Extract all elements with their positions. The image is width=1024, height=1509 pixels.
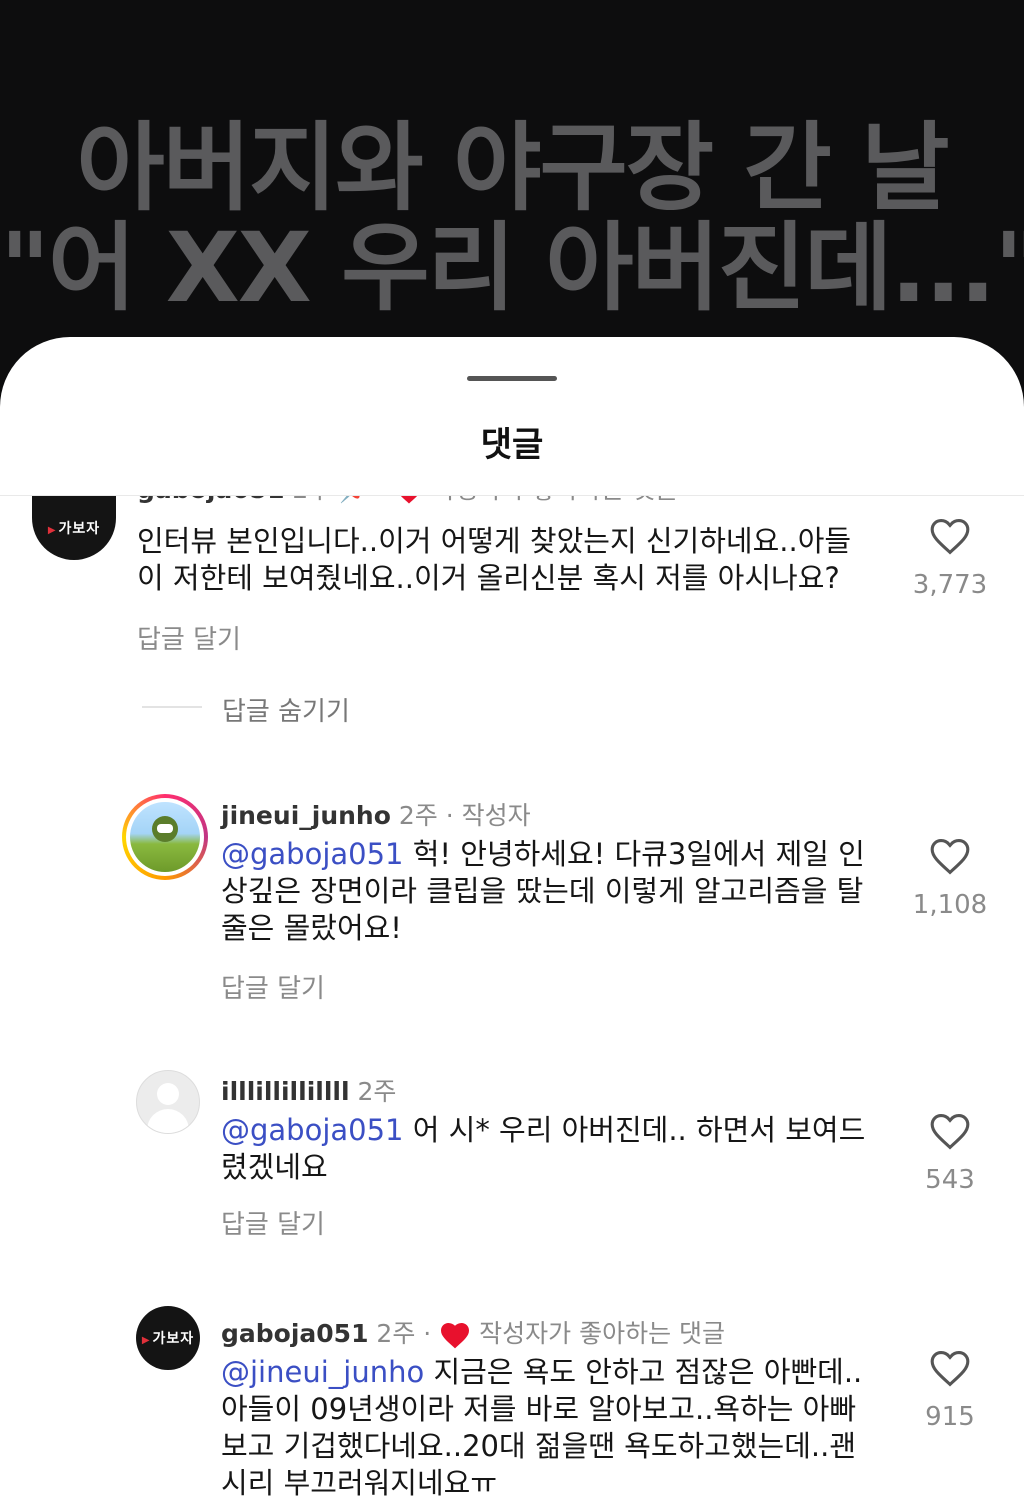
comment-username[interactable]: jineui_junho — [221, 801, 391, 830]
avatar[interactable] — [122, 794, 208, 880]
like-button[interactable]: 543 — [910, 1111, 990, 1195]
comment-meta: gaboja051 2주 📌 · 작성자가 좋아하는 댓글 — [137, 496, 678, 506]
creator-liked-badge: 작성자가 좋아하는 댓글 — [479, 1319, 726, 1348]
comment-time: 2주 — [357, 1077, 397, 1106]
reply-button[interactable]: 답글 달기 — [137, 619, 241, 656]
creator-liked-badge: 작성자가 좋아하는 댓글 — [432, 496, 678, 504]
avatar-image — [130, 802, 200, 872]
default-avatar-icon[interactable] — [136, 1070, 200, 1134]
comment-username[interactable]: gaboja051 — [137, 496, 284, 504]
video-background: 아버지와 야구장 간 날 "어 XX 우리 아버진데..." — [0, 0, 1024, 380]
comment-username[interactable]: illlillillillll — [221, 1077, 350, 1106]
avatar-label: ▶ 가보자 — [47, 521, 101, 537]
heart-outline-icon — [930, 1350, 970, 1387]
heart-outline-icon — [930, 838, 970, 875]
heart-outline-icon — [930, 518, 970, 555]
like-count: 1,108 — [912, 890, 988, 920]
author-tag: 작성자 — [461, 801, 531, 830]
hide-replies-button[interactable]: 답글 숨기기 — [222, 691, 350, 728]
comment-time: 2주 — [292, 496, 331, 504]
mention-link[interactable]: @gaboja051 — [221, 837, 404, 871]
heart-filled-icon — [401, 496, 418, 504]
reply-button[interactable]: 답글 달기 — [221, 968, 325, 1005]
comment-meta: gaboja051 2주 · 작성자가 좋아하는 댓글 — [221, 1319, 726, 1349]
comment-list[interactable]: ▶가보자 gaboja051 2주 📌 · 작성자가 좋아하는 댓글 인터뷰 본… — [0, 496, 1024, 1509]
reply-button[interactable]: 답글 달기 — [221, 1204, 325, 1241]
video-title-line2: "어 XX 우리 아버진데..." — [0, 212, 1024, 324]
avatar[interactable]: ▶ 가보자 — [136, 1306, 200, 1370]
like-count: 3,773 — [912, 570, 988, 600]
like-button[interactable]: 915 — [910, 1348, 990, 1432]
comment-meta: jineui_junho 2주 · 작성자 — [221, 801, 531, 830]
mention-link[interactable]: @jineui_junho — [221, 1355, 424, 1389]
avatar[interactable]: ▶ 가보자 — [32, 496, 116, 560]
like-button[interactable]: 3,773 — [910, 516, 990, 600]
pin-icon: 📌 — [339, 496, 370, 504]
like-button[interactable]: 1,108 — [910, 836, 990, 920]
heart-outline-icon — [930, 1113, 970, 1150]
like-count: 915 — [925, 1402, 975, 1432]
avatar-label: ▶ 가보자 — [141, 1331, 195, 1347]
comment-username[interactable]: gaboja051 — [221, 1319, 368, 1348]
comment-text: @gaboja051 헉! 안녕하세요! 다큐3일에서 제일 인상깊은 장면이라… — [221, 836, 881, 947]
comment-time: 2주 — [376, 1319, 416, 1348]
comment-text: @jineui_junho 지금은 욕도 안하고 점잖은 아빤데..아들이 09… — [221, 1354, 881, 1502]
sheet-title: 댓글 — [480, 425, 544, 465]
hide-replies-divider — [142, 706, 202, 708]
heart-filled-icon — [441, 1323, 470, 1349]
comment-text: 인터뷰 본인입니다..이거 어떻게 찾았는지 신기하네요..아들이 저한테 보여… — [137, 524, 852, 595]
comment-time: 2주 — [398, 801, 438, 830]
comments-sheet: 댓글 ▶가보자 gaboja051 2주 📌 · 작성자가 좋아하는 댓글 인터… — [0, 337, 1024, 1509]
comment-text: @gaboja051 어 시* 우리 아버진데.. 하면서 보여드렸겠네요 — [221, 1112, 881, 1186]
drag-handle[interactable] — [467, 376, 557, 381]
mention-link[interactable]: @gaboja051 — [221, 1113, 404, 1147]
comment-meta: illlillillillll 2주 — [221, 1072, 396, 1108]
like-count: 543 — [925, 1165, 975, 1195]
